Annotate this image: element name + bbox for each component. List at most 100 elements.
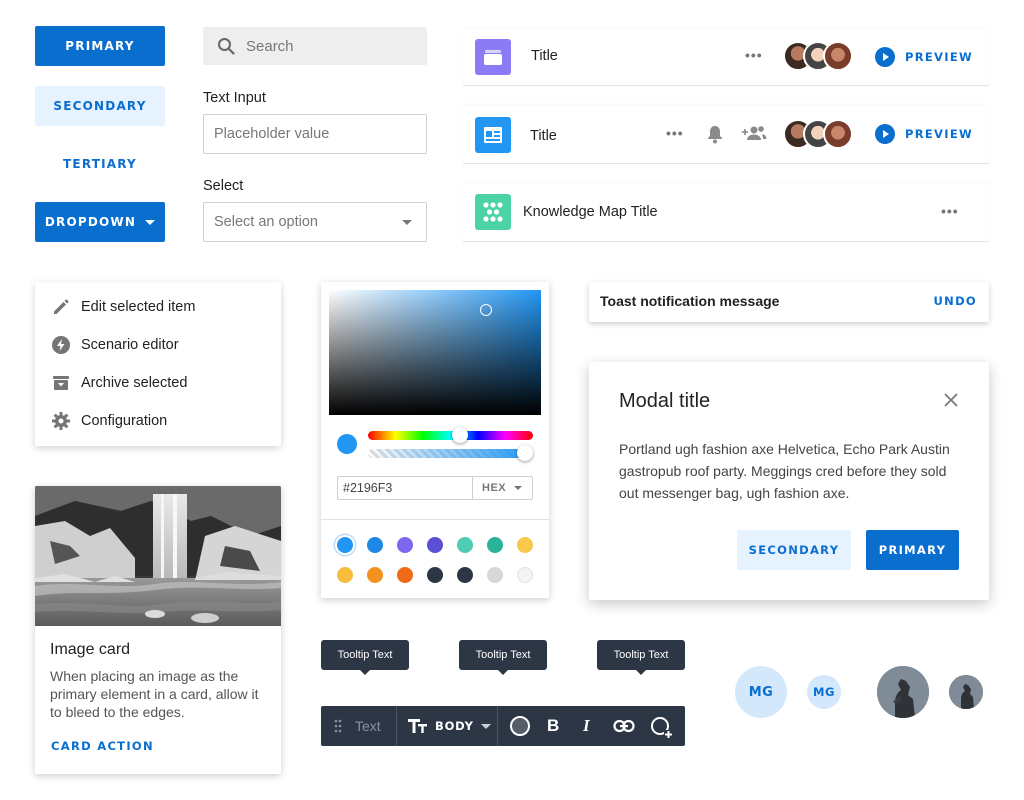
toast-message: Toast notification message (600, 293, 780, 309)
preview-button[interactable]: PREVIEW (875, 47, 973, 67)
avatar-initials-large: MG (735, 666, 787, 718)
bold-button[interactable]: B (547, 716, 559, 736)
avatar-initials-small: MG (807, 675, 841, 709)
chevron-down-icon (402, 220, 412, 225)
color-swatch[interactable] (397, 567, 413, 583)
list-item[interactable]: Title ••• PREVIEW (463, 29, 989, 86)
secondary-button[interactable]: SECONDARY (35, 86, 165, 126)
current-color-swatch (337, 434, 357, 454)
alpha-slider-handle[interactable] (517, 445, 533, 461)
select-field[interactable]: Select an option (203, 202, 427, 242)
menu-item-edit[interactable]: Edit selected item (35, 288, 281, 326)
text-style-label: BODY (435, 719, 474, 733)
preview-label: PREVIEW (905, 50, 973, 64)
select-label: Select (203, 178, 244, 194)
primary-button[interactable]: PRIMARY (35, 26, 165, 66)
alpha-slider[interactable] (368, 445, 533, 461)
chevron-down-icon (145, 219, 156, 225)
search-input[interactable]: Search (203, 27, 427, 65)
color-swatch[interactable] (487, 567, 503, 583)
dropdown-button[interactable]: DROPDOWN (35, 202, 165, 242)
more-icon[interactable]: ••• (745, 47, 763, 63)
color-swatch[interactable] (427, 567, 443, 583)
color-swatch[interactable] (427, 537, 443, 553)
menu-item-label: Edit selected item (81, 299, 196, 315)
context-menu: Edit selected item Scenario editor Archi… (35, 282, 281, 446)
text-style-dropdown[interactable]: BODY (408, 706, 491, 746)
layout-icon (475, 117, 511, 153)
undo-button[interactable]: UNDO (934, 294, 978, 308)
text-input-placeholder: Placeholder value (214, 126, 330, 142)
drag-handle-icon[interactable] (334, 719, 342, 733)
menu-item-scenario-editor[interactable]: Scenario editor (35, 326, 281, 364)
list-item[interactable]: Knowledge Map Title ••• (463, 183, 989, 242)
chevron-down-icon (480, 723, 491, 729)
hue-slider-handle[interactable] (452, 427, 468, 443)
tertiary-button[interactable]: TERTIARY (35, 144, 165, 184)
knowledge-map-icon (475, 194, 511, 230)
list-item[interactable]: Title ••• PREVIEW (463, 105, 989, 164)
divider (321, 519, 549, 520)
text-size-icon (408, 719, 427, 733)
color-swatch[interactable] (517, 567, 533, 583)
row-title: Knowledge Map Title (523, 204, 658, 220)
menu-item-label: Archive selected (81, 375, 188, 391)
text-input-field[interactable]: Placeholder value (203, 114, 427, 154)
color-swatch[interactable] (397, 537, 413, 553)
avatar (823, 119, 853, 149)
avatar (823, 41, 853, 71)
color-mode-select[interactable]: HEX (473, 477, 532, 499)
color-swatch[interactable] (457, 537, 473, 553)
preview-label: PREVIEW (905, 127, 973, 141)
layers-icon (475, 39, 511, 75)
link-icon[interactable] (613, 718, 635, 734)
color-swatch[interactable] (517, 537, 533, 553)
color-mode-label: HEX (482, 482, 507, 494)
hex-input[interactable]: #2196F3 HEX (337, 476, 533, 500)
menu-item-archive[interactable]: Archive selected (35, 364, 281, 402)
color-swatch[interactable] (487, 537, 503, 553)
modal-body: Portland ugh fashion axe Helvetica, Echo… (619, 441, 950, 501)
avatar-photo-large (877, 666, 929, 718)
add-comment-icon[interactable] (649, 715, 673, 739)
saturation-area[interactable] (329, 290, 541, 415)
close-icon[interactable] (943, 392, 959, 408)
color-picker: #2196F3 HEX (321, 282, 549, 598)
avatar-photo-small (949, 675, 983, 709)
row-title: Title (531, 48, 558, 64)
tooltip: Tooltip Text (459, 640, 547, 675)
avatar-group (783, 41, 853, 71)
italic-button[interactable]: I (583, 716, 590, 736)
text-color-button[interactable] (510, 716, 530, 736)
gear-icon (52, 412, 70, 430)
hue-slider[interactable] (368, 427, 533, 443)
chevron-down-icon (514, 486, 523, 490)
color-swatch[interactable] (337, 537, 353, 553)
color-swatch[interactable] (367, 567, 383, 583)
color-swatch[interactable] (367, 537, 383, 553)
more-icon[interactable]: ••• (941, 203, 959, 219)
dropdown-button-label: DROPDOWN (44, 215, 137, 229)
color-swatch[interactable] (457, 567, 473, 583)
more-icon[interactable]: ••• (666, 125, 684, 141)
bell-icon[interactable] (706, 124, 724, 144)
archive-icon (53, 376, 69, 390)
divider (396, 706, 397, 746)
format-toolbar: Text BODY B I (321, 706, 685, 746)
play-icon (875, 47, 895, 67)
text-input-label: Text Input (203, 90, 266, 106)
pencil-icon (54, 299, 69, 314)
color-swatch[interactable] (337, 567, 353, 583)
card-action-button[interactable]: CARD ACTION (51, 739, 154, 753)
waterfall-image (35, 486, 281, 626)
preview-button[interactable]: PREVIEW (875, 124, 973, 144)
lightning-icon (52, 336, 70, 354)
hex-value[interactable]: #2196F3 (338, 477, 473, 499)
menu-item-label: Configuration (81, 413, 168, 429)
modal-primary-button[interactable]: PRIMARY (866, 530, 959, 570)
search-placeholder: Search (246, 37, 294, 55)
menu-item-configuration[interactable]: Configuration (35, 402, 281, 440)
saturation-handle[interactable] (480, 304, 492, 316)
add-user-icon[interactable] (741, 124, 767, 142)
modal-secondary-button[interactable]: SECONDARY (737, 530, 851, 570)
